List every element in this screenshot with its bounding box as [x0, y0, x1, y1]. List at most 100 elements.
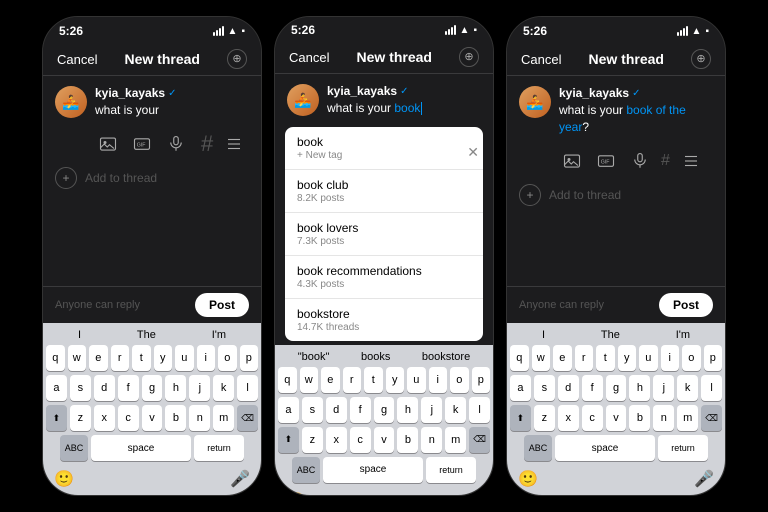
list-icon-1[interactable] [221, 131, 247, 157]
key2-e[interactable]: e [321, 367, 340, 393]
key-k[interactable]: k [213, 375, 234, 401]
key3-space[interactable]: space [555, 435, 655, 461]
add-thread-label-1[interactable]: Add to thread [85, 171, 157, 185]
key2-c[interactable]: c [350, 427, 371, 453]
key2-r[interactable]: r [343, 367, 362, 393]
key3-a[interactable]: a [510, 375, 531, 401]
key-l[interactable]: l [237, 375, 258, 401]
key3-i[interactable]: i [661, 345, 680, 371]
suggestion-2-2[interactable]: books [361, 351, 390, 363]
key2-g[interactable]: g [374, 397, 395, 423]
key-t[interactable]: t [132, 345, 151, 371]
thread-text-2[interactable]: what is your book [327, 100, 481, 117]
suggestion-2-3[interactable]: bookstore [422, 351, 470, 363]
key2-s[interactable]: s [302, 397, 323, 423]
key-j[interactable]: j [189, 375, 210, 401]
key3-c[interactable]: c [582, 405, 603, 431]
key-g[interactable]: g [142, 375, 163, 401]
key3-n[interactable]: n [653, 405, 674, 431]
suggestion-1-2[interactable]: The [137, 329, 156, 341]
hashtag-icon-3[interactable]: # [661, 152, 670, 170]
nav-circle-icon-3[interactable]: ⊕ [691, 49, 711, 69]
image-icon-3[interactable] [559, 148, 585, 174]
key-w[interactable]: w [68, 345, 87, 371]
key-delete[interactable]: ⌫ [237, 405, 258, 431]
key2-w[interactable]: w [300, 367, 319, 393]
key-z[interactable]: z [70, 405, 91, 431]
ac-item-4[interactable]: bookstore 14.7K threads [285, 299, 483, 341]
key-i[interactable]: i [197, 345, 216, 371]
key-u[interactable]: u [175, 345, 194, 371]
mic-icon-kb-2[interactable]: 🎤 [462, 491, 482, 496]
autocomplete-dropdown[interactable]: book + New tag book club 8.2K posts book… [285, 127, 483, 341]
key2-z[interactable]: z [302, 427, 323, 453]
list-icon-3[interactable] [678, 148, 704, 174]
key-m[interactable]: m [213, 405, 234, 431]
key2-q[interactable]: q [278, 367, 297, 393]
ac-item-3[interactable]: book recommendations 4.3K posts [285, 256, 483, 299]
key3-y[interactable]: y [618, 345, 637, 371]
key3-o[interactable]: o [682, 345, 701, 371]
key3-t[interactable]: t [596, 345, 615, 371]
key3-delete[interactable]: ⌫ [701, 405, 722, 431]
mic-icon-3[interactable] [627, 148, 653, 174]
key3-abc[interactable]: ABC [524, 435, 552, 461]
key3-v[interactable]: v [606, 405, 627, 431]
key2-i[interactable]: i [429, 367, 448, 393]
key-e[interactable]: e [89, 345, 108, 371]
key3-b[interactable]: b [629, 405, 650, 431]
suggestion-1-1[interactable]: I [78, 329, 81, 341]
key3-u[interactable]: u [639, 345, 658, 371]
key-v[interactable]: v [142, 405, 163, 431]
suggestion-1-3[interactable]: I'm [212, 329, 226, 341]
cancel-button-2[interactable]: Cancel [289, 50, 329, 65]
ac-item-2[interactable]: book lovers 7.3K posts [285, 213, 483, 256]
key3-l[interactable]: l [701, 375, 722, 401]
key-f[interactable]: f [118, 375, 139, 401]
key2-delete[interactable]: ⌫ [469, 427, 490, 453]
add-thread-label-3[interactable]: Add to thread [549, 188, 621, 202]
mic-icon-kb-1[interactable]: 🎤 [230, 469, 250, 489]
hashtag-large-icon[interactable]: # [201, 131, 213, 157]
key2-f[interactable]: f [350, 397, 371, 423]
key2-v[interactable]: v [374, 427, 395, 453]
nav-circle-icon-2[interactable]: ⊕ [459, 47, 479, 67]
key3-m[interactable]: m [677, 405, 698, 431]
key2-x[interactable]: x [326, 427, 347, 453]
key3-f[interactable]: f [582, 375, 603, 401]
key2-b[interactable]: b [397, 427, 418, 453]
suggestion-3-2[interactable]: The [601, 329, 620, 341]
key2-space[interactable]: space [323, 457, 423, 483]
key2-a[interactable]: a [278, 397, 299, 423]
key-o[interactable]: o [218, 345, 237, 371]
key-c[interactable]: c [118, 405, 139, 431]
key-b[interactable]: b [165, 405, 186, 431]
suggestion-2-1[interactable]: "book" [298, 351, 330, 363]
emoji-icon-2[interactable]: 🙂 [286, 491, 306, 496]
key-y[interactable]: y [154, 345, 173, 371]
key3-e[interactable]: e [553, 345, 572, 371]
key2-h[interactable]: h [397, 397, 418, 423]
key2-d[interactable]: d [326, 397, 347, 423]
key3-w[interactable]: w [532, 345, 551, 371]
ac-item-1[interactable]: book club 8.2K posts [285, 170, 483, 213]
cancel-button-3[interactable]: Cancel [521, 52, 561, 67]
thread-text-1[interactable]: what is your [95, 102, 249, 119]
key2-abc[interactable]: ABC [292, 457, 320, 483]
thread-text-3[interactable]: what is your book of the year? [559, 102, 713, 136]
key-n[interactable]: n [189, 405, 210, 431]
key-a[interactable]: a [46, 375, 67, 401]
key3-g[interactable]: g [606, 375, 627, 401]
key2-t[interactable]: t [364, 367, 383, 393]
key3-shift[interactable]: ⬆ [510, 405, 531, 431]
key2-return[interactable]: return [426, 457, 476, 483]
gif-icon-1[interactable]: GIF [129, 131, 155, 157]
cancel-button-1[interactable]: Cancel [57, 52, 97, 67]
key2-o[interactable]: o [450, 367, 469, 393]
key3-j[interactable]: j [653, 375, 674, 401]
key3-q[interactable]: q [510, 345, 529, 371]
mic-icon-kb-3[interactable]: 🎤 [694, 469, 714, 489]
suggestion-3-1[interactable]: I [542, 329, 545, 341]
key2-y[interactable]: y [386, 367, 405, 393]
ac-item-0[interactable]: book + New tag [285, 127, 483, 170]
